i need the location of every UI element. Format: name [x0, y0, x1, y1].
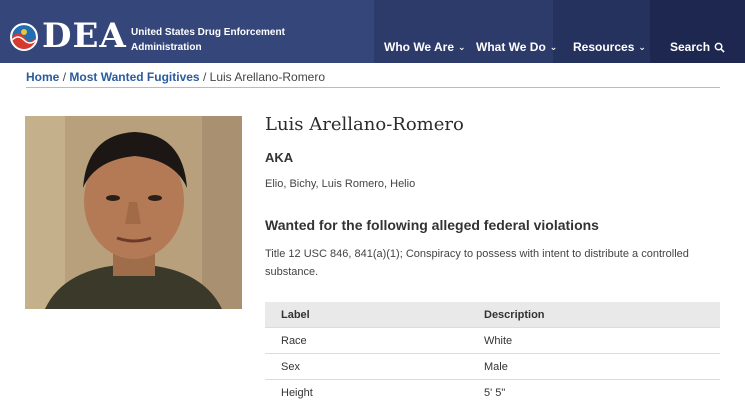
row-value: White — [484, 335, 513, 347]
agency-name: United States Drug Enforcement Administr… — [131, 25, 285, 55]
breadcrumb-most-wanted[interactable]: Most Wanted Fugitives — [69, 70, 199, 84]
aka-list: Elio, Bichy, Luis Romero, Helio — [265, 178, 416, 190]
chevron-down-icon: ⌄ — [638, 41, 646, 52]
column-header-description: Description — [484, 309, 545, 321]
fugitive-name: Luis Arellano-Romero — [265, 114, 464, 135]
nav-label: Who We Are — [384, 40, 455, 54]
search-icon — [714, 42, 725, 53]
nav-resources[interactable]: Resources ⌄ — [573, 40, 646, 54]
breadcrumb-separator: / — [62, 70, 67, 84]
column-header-label: Label — [281, 309, 310, 321]
nav-label: Search — [670, 40, 711, 54]
nav-search[interactable]: Search — [670, 40, 725, 54]
nav-label: Resources — [573, 40, 635, 54]
table-row: Height 5' 5" — [265, 380, 720, 401]
table-row: Race White — [265, 328, 720, 354]
nav-what-we-do[interactable]: What We Do ⌄ — [476, 40, 557, 54]
breadcrumb-current: Luis Arellano-Romero — [209, 70, 326, 84]
chevron-down-icon: ⌄ — [549, 41, 558, 52]
agency-line-1: United States Drug Enforcement — [131, 27, 285, 38]
table-header-row: Label Description — [265, 302, 720, 328]
breadcrumb-divider — [26, 87, 720, 88]
logo-area[interactable]: DEA United States Drug Enforcement Admin… — [0, 0, 374, 63]
chevron-down-icon: ⌄ — [458, 41, 466, 52]
breadcrumb-separator: / — [202, 70, 207, 84]
table-row: Sex Male — [265, 354, 720, 380]
violations-heading: Wanted for the following alleged federal… — [265, 217, 599, 233]
nav-who-we-are[interactable]: Who We Are ⌄ — [384, 40, 466, 54]
aka-heading: AKA — [265, 150, 294, 165]
dea-seal-icon — [10, 23, 38, 51]
row-value: Male — [484, 361, 508, 373]
row-label: Race — [281, 335, 307, 347]
row-label: Height — [281, 387, 313, 399]
row-label: Sex — [281, 361, 300, 373]
row-value: 5' 5" — [484, 387, 506, 399]
nav-label: What We Do — [476, 40, 546, 54]
agency-line-2: Administration — [131, 42, 202, 53]
violations-text: Title 12 USC 846, 841(a)(1); Conspiracy … — [265, 248, 689, 278]
logo-text: DEA — [42, 16, 127, 56]
fugitive-photo — [25, 116, 242, 309]
site-header: DEA United States Drug Enforcement Admin… — [0, 0, 745, 63]
breadcrumb: Home / Most Wanted Fugitives / Luis Arel… — [26, 70, 325, 84]
breadcrumb-home[interactable]: Home — [26, 70, 59, 84]
details-table: Label Description Race White Sex Male He… — [265, 302, 720, 401]
